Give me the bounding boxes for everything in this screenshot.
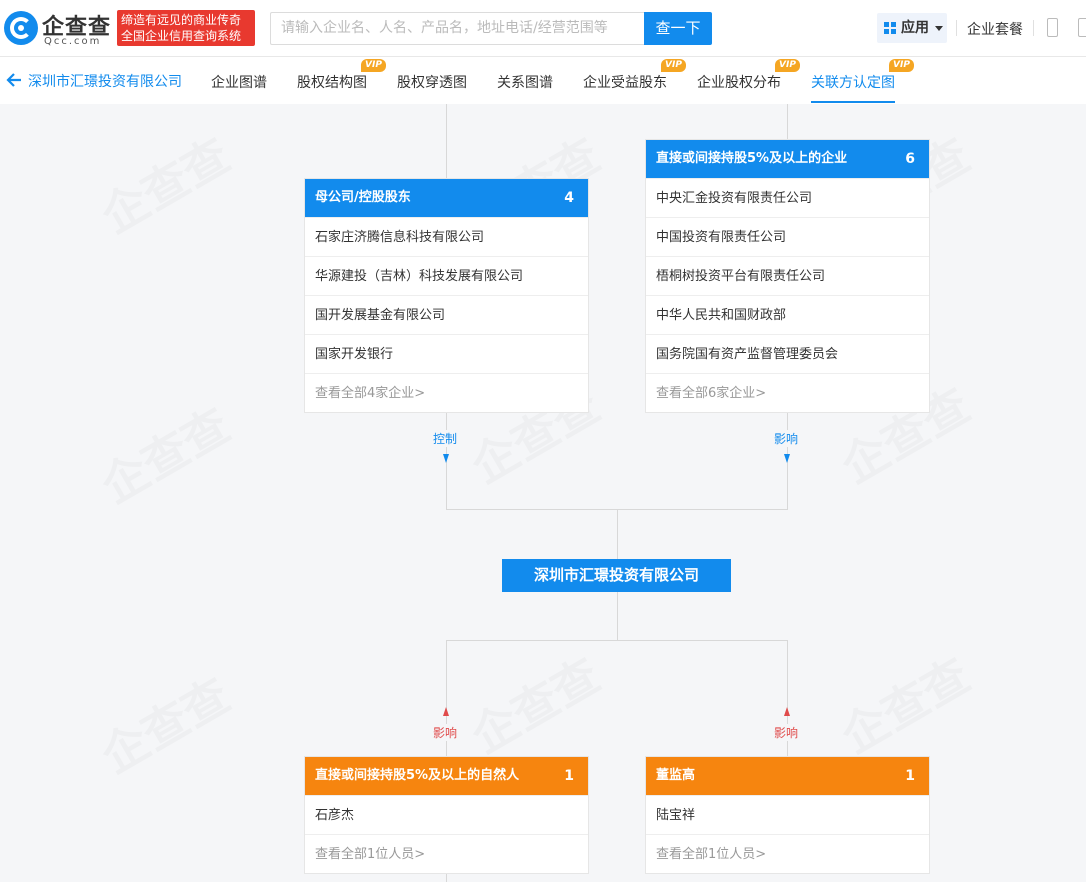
card-header: 母公司/控股股东 4 [305, 179, 588, 217]
slogan-line-1: 缔造有远见的商业传奇 [121, 13, 242, 27]
list-item[interactable]: 中央汇金投资有限责任公司 [646, 178, 929, 217]
card-title: 直接或间接持股5%及以上的企业 [656, 151, 848, 166]
arrow-down-icon [784, 454, 790, 463]
executives-card: 董监高 1 陆宝祥 查看全部1位人员> [645, 756, 930, 874]
card-count: 6 [905, 151, 915, 167]
watermark: 企查查 [458, 640, 611, 766]
edge-label-control: 控制 [432, 430, 459, 447]
list-item[interactable]: 中国投资有限责任公司 [646, 217, 929, 256]
edge-label-influence: 影响 [432, 724, 459, 741]
active-tab-underline [811, 101, 895, 103]
list-item[interactable]: 中华人民共和国财政部 [646, 295, 929, 334]
qcc-logo[interactable]: 企查查 Qcc.com [4, 9, 116, 47]
graph-nav: 深圳市汇璟投资有限公司 企业图谱 VIP 股权结构图 股权穿透图 关系图谱 VI… [0, 57, 1086, 104]
list-item[interactable]: 石家庄济腾信息科技有限公司 [305, 217, 588, 256]
divider [1033, 20, 1034, 36]
arrow-down-icon [443, 454, 449, 463]
card-count: 4 [564, 190, 574, 206]
vip-badge: VIP [661, 59, 686, 72]
vip-badge: VIP [775, 59, 800, 72]
mobile-icon-2[interactable] [1078, 18, 1086, 37]
list-item[interactable]: 华源建投（吉林）科技发展有限公司 [305, 256, 588, 295]
connector-line [446, 640, 788, 641]
list-item[interactable]: 国开发展基金有限公司 [305, 295, 588, 334]
connector-line [617, 592, 618, 640]
vip-badge: VIP [889, 59, 914, 72]
card-header: 董监高 1 [646, 757, 929, 795]
connector-line [617, 509, 618, 559]
parent-company-card: 母公司/控股股东 4 石家庄济腾信息科技有限公司 华源建投（吉林）科技发展有限公… [304, 178, 589, 413]
card-title: 直接或间接持股5%及以上的自然人 [315, 768, 520, 783]
top-header: 企查查 Qcc.com 缔造有远见的商业传奇 全国企业信用查询系统 请输入企业名… [0, 0, 1086, 57]
arrow-up-icon [443, 707, 449, 716]
watermark: 企查查 [88, 390, 241, 516]
connector-line [787, 104, 788, 139]
back-link-label: 深圳市汇璟投资有限公司 [28, 74, 182, 90]
slogan-badge: 缔造有远见的商业传奇 全国企业信用查询系统 [117, 10, 255, 46]
card-header: 直接或间接持股5%及以上的自然人 1 [305, 757, 588, 795]
enterprise-package-link[interactable]: 企业套餐 [967, 19, 1023, 39]
divider [956, 20, 957, 36]
view-all-link[interactable]: 查看全部6家企业> [646, 373, 929, 412]
card-count: 1 [564, 768, 574, 784]
caret-down-icon [935, 26, 943, 31]
vip-badge: VIP [361, 59, 386, 72]
apps-dropdown[interactable]: 应用 [877, 13, 947, 43]
tab-related-party[interactable]: 关联方认定图 [811, 72, 895, 92]
major-shareholder-companies-card: 直接或间接持股5%及以上的企业 6 中央汇金投资有限责任公司 中国投资有限责任公… [645, 139, 930, 413]
tab-equity-distribution[interactable]: 企业股权分布 [697, 72, 781, 92]
list-item[interactable]: 国务院国有资产监督管理委员会 [646, 334, 929, 373]
logo-subtext: Qcc.com [44, 36, 102, 47]
tab-beneficial-owners[interactable]: 企业受益股东 [583, 72, 667, 92]
mobile-icon[interactable] [1047, 18, 1058, 37]
card-title: 母公司/控股股东 [315, 190, 411, 205]
watermark: 企查查 [828, 640, 981, 766]
view-all-link[interactable]: 查看全部4家企业> [305, 373, 588, 412]
list-item[interactable]: 石彦杰 [305, 795, 588, 834]
list-item[interactable]: 国家开发银行 [305, 334, 588, 373]
search-input[interactable]: 请输入企业名、人名、产品名，地址电话/经营范围等 [270, 12, 644, 45]
connector-line [446, 104, 447, 178]
back-arrow-icon [6, 73, 21, 87]
major-shareholder-persons-card: 直接或间接持股5%及以上的自然人 1 石彦杰 查看全部1位人员> [304, 756, 589, 874]
card-title: 董监高 [656, 768, 696, 783]
logo-icon [4, 11, 38, 45]
list-item[interactable]: 梧桐树投资平台有限责任公司 [646, 256, 929, 295]
tab-equity-structure[interactable]: 股权结构图 [297, 72, 367, 92]
arrow-up-icon [784, 707, 790, 716]
card-count: 1 [905, 768, 915, 784]
tab-relationship-graph[interactable]: 关系图谱 [497, 72, 553, 92]
search-button[interactable]: 查一下 [644, 12, 712, 45]
slogan-line-2: 全国企业信用查询系统 [121, 29, 242, 43]
center-company-node[interactable]: 深圳市汇璟投资有限公司 [502, 559, 731, 592]
tab-enterprise-graph[interactable]: 企业图谱 [211, 72, 267, 92]
edge-label-influence: 影响 [773, 430, 800, 447]
apps-label: 应用 [901, 20, 929, 36]
tab-equity-penetration[interactable]: 股权穿透图 [397, 72, 467, 92]
watermark: 企查查 [88, 120, 241, 246]
grid-icon [884, 22, 896, 34]
edge-label-influence: 影响 [773, 724, 800, 741]
view-all-link[interactable]: 查看全部1位人员> [646, 834, 929, 873]
list-item[interactable]: 陆宝祥 [646, 795, 929, 834]
view-all-link[interactable]: 查看全部1位人员> [305, 834, 588, 873]
card-header: 直接或间接持股5%及以上的企业 6 [646, 140, 929, 178]
watermark: 企查查 [88, 660, 241, 786]
